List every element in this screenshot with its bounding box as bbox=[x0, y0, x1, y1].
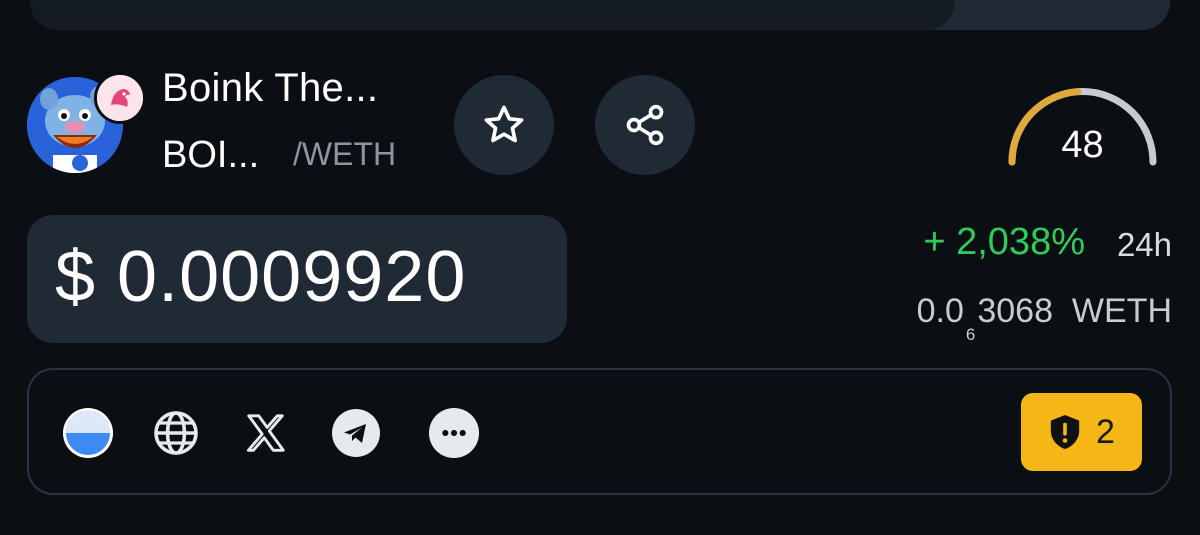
telegram-icon bbox=[332, 409, 380, 457]
x-logo-icon bbox=[246, 414, 285, 452]
website-link[interactable] bbox=[150, 407, 202, 459]
progress-link[interactable] bbox=[62, 407, 114, 459]
search-bar[interactable] bbox=[30, 0, 1170, 30]
usd-price: $ 0.0009920 bbox=[55, 237, 467, 317]
twitter-link[interactable] bbox=[240, 407, 292, 459]
pair-quote: /WETH bbox=[293, 136, 397, 172]
globe-icon bbox=[154, 411, 198, 455]
star-icon bbox=[484, 105, 524, 143]
native-subscript: 6 bbox=[965, 325, 976, 344]
token-name: Boink The... bbox=[162, 66, 379, 110]
telegram-link[interactable] bbox=[330, 407, 382, 459]
share-button[interactable] bbox=[595, 75, 695, 175]
native-digits: 3068 bbox=[977, 292, 1053, 330]
native-prefix: 0.0 bbox=[916, 292, 964, 330]
native-price: 0.063068 WETH bbox=[900, 292, 1172, 344]
native-unit: WETH bbox=[1071, 292, 1172, 330]
shield-warning-icon bbox=[1050, 415, 1080, 449]
audit-warnings-button[interactable]: 2 bbox=[1021, 393, 1142, 471]
price-change: + 2,038% bbox=[923, 221, 1085, 263]
change-period: 24h bbox=[1116, 226, 1172, 263]
score-value: 48 bbox=[1061, 124, 1104, 166]
share-icon bbox=[626, 104, 664, 146]
more-link[interactable] bbox=[428, 407, 480, 459]
favorite-button[interactable] bbox=[454, 75, 554, 175]
more-icon bbox=[428, 407, 480, 459]
token-symbol: BOI... bbox=[162, 134, 260, 176]
uniswap-unicorn-icon bbox=[97, 75, 143, 121]
dex-badge bbox=[94, 72, 146, 124]
audit-count: 2 bbox=[1096, 412, 1115, 451]
search-input[interactable] bbox=[30, 0, 955, 30]
token-header: Boink The... BOI... /WETH 48 $ 0.0009920… bbox=[0, 0, 1200, 535]
progress-circle-icon bbox=[63, 408, 113, 458]
